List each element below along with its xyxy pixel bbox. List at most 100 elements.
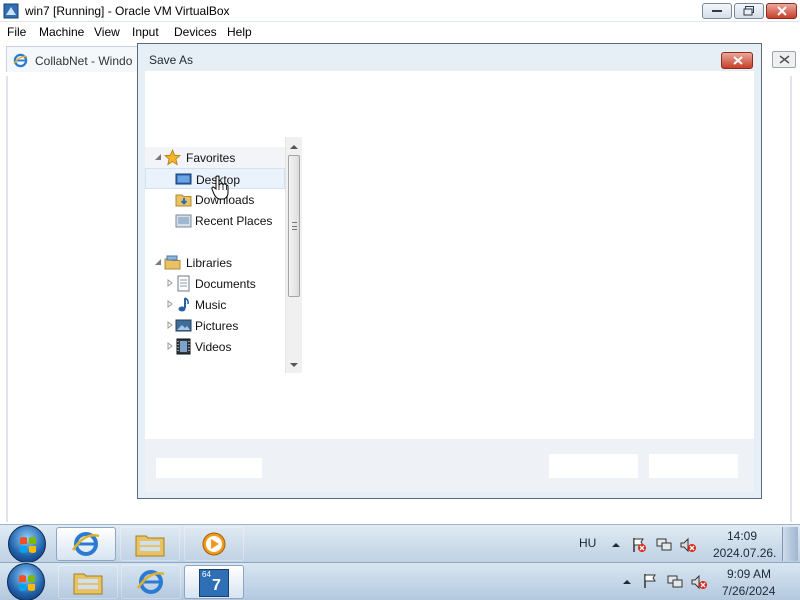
scroll-thumb-grip (292, 222, 297, 230)
maximize-button[interactable] (734, 3, 764, 19)
ie-icon (13, 53, 28, 68)
guest-language-indicator[interactable]: HU (579, 536, 596, 550)
pictures-icon (175, 319, 192, 332)
show-hidden-icons-icon[interactable] (608, 537, 624, 553)
dialog-title: Save As (149, 53, 194, 67)
close-icon (776, 6, 787, 16)
action-center-flag-icon[interactable] (642, 573, 658, 589)
nav-documents-label: Documents (195, 277, 256, 291)
recent-places-icon (175, 214, 192, 228)
expand-arrow-icon (167, 342, 173, 350)
virtualbox-badge-64: 64 (202, 570, 211, 579)
hide-folders-button[interactable] (156, 458, 262, 478)
nav-documents[interactable]: Documents (145, 273, 285, 294)
folder-icon (135, 535, 165, 557)
navigation-pane: Favorites Desktop Downloads Recent Place… (145, 137, 303, 373)
nav-libraries[interactable]: Libraries (145, 252, 285, 273)
ie-icon (71, 532, 100, 556)
menu-input[interactable]: Input (132, 25, 159, 39)
scroll-thumb[interactable] (288, 155, 300, 297)
close-icon (779, 55, 790, 64)
nav-recent-places[interactable]: Recent Places (145, 210, 285, 231)
windows-logo-icon (20, 537, 36, 553)
media-player-icon (202, 532, 226, 556)
expand-arrow-icon (167, 300, 173, 308)
browser-tab[interactable]: CollabNet - Windo (6, 46, 140, 72)
hand-cursor-icon (211, 175, 229, 200)
star-icon (164, 149, 181, 166)
guest-taskbar-media-player-button[interactable] (184, 527, 244, 561)
network-icon[interactable] (667, 574, 683, 590)
folder-icon (73, 573, 103, 595)
menu-devices[interactable]: Devices (174, 25, 217, 39)
browser-tab-label: CollabNet - Windo (35, 54, 133, 68)
documents-icon (177, 275, 190, 292)
menu-machine[interactable]: Machine (39, 25, 84, 39)
host-menu-bar: File Machine View Input Devices Help (0, 22, 800, 42)
nav-favorites[interactable]: Favorites (145, 147, 285, 168)
host-taskbar-explorer-button[interactable] (58, 565, 118, 599)
guest-clock-time[interactable]: 14:09 (727, 529, 757, 543)
guest-taskbar-ie-button[interactable] (56, 527, 116, 561)
browser-frame-left (6, 76, 8, 522)
guest-show-desktop-button[interactable] (782, 527, 798, 561)
close-icon (733, 56, 743, 65)
nav-videos-label: Videos (195, 340, 232, 354)
downloads-folder-icon (175, 194, 192, 207)
network-icon[interactable] (656, 537, 672, 553)
libraries-icon (164, 255, 181, 270)
save-button[interactable] (549, 454, 638, 478)
host-taskbar: 64 7 9:09 AM 7/26/2024 (0, 562, 800, 600)
browser-close-button[interactable] (772, 51, 796, 68)
host-taskbar-virtualbox-button[interactable]: 64 7 (184, 565, 244, 599)
nav-scrollbar[interactable] (285, 137, 302, 373)
virtualbox-badge-7: 7 (212, 577, 221, 594)
minimize-button[interactable] (702, 3, 732, 19)
nav-music[interactable]: Music (145, 294, 285, 315)
nav-favorites-label: Favorites (186, 151, 236, 165)
nav-pictures[interactable]: Pictures (145, 315, 285, 336)
desktop-icon (175, 173, 192, 185)
nav-videos[interactable]: Videos (145, 336, 285, 357)
scroll-up-arrow-icon[interactable] (286, 139, 302, 155)
windows-logo-icon (19, 575, 35, 591)
nav-music-label: Music (195, 298, 227, 312)
scroll-down-arrow-icon[interactable] (286, 357, 302, 373)
menu-file[interactable]: File (7, 25, 26, 39)
show-hidden-icons-icon[interactable] (619, 574, 635, 590)
host-start-button[interactable] (7, 563, 45, 600)
nav-pictures-label: Pictures (195, 319, 239, 333)
ie-icon (136, 570, 165, 594)
nav-libraries-label: Libraries (186, 256, 233, 270)
volume-muted-icon[interactable] (691, 574, 707, 590)
music-note-icon (178, 297, 189, 312)
host-taskbar-ie-button[interactable] (121, 565, 181, 599)
minimize-icon (712, 10, 722, 12)
guest-clock-date[interactable]: 2024.07.26. (713, 546, 776, 560)
expand-arrow-icon (167, 321, 173, 329)
dialog-footer (145, 439, 754, 492)
collapse-arrow-icon (155, 154, 161, 160)
maximize-icon (743, 6, 754, 16)
menu-view[interactable]: View (94, 25, 120, 39)
cancel-button[interactable] (649, 454, 738, 478)
collapse-arrow-icon (155, 259, 161, 265)
guest-start-button[interactable] (8, 525, 46, 563)
virtualbox-app-icon: 64 7 (199, 569, 229, 597)
menu-help[interactable]: Help (227, 25, 252, 39)
videos-film-icon (176, 338, 191, 355)
host-title-bar[interactable]: win7 [Running] - Oracle VM VirtualBox (0, 0, 800, 22)
guest-taskbar: HU 14:09 2024.07.26. (0, 524, 800, 563)
volume-muted-icon[interactable] (680, 537, 696, 553)
guest-taskbar-explorer-button[interactable] (120, 527, 180, 561)
host-clock-time[interactable]: 9:09 AM (727, 567, 771, 581)
nav-recent-places-label: Recent Places (195, 214, 273, 228)
window-title: win7 [Running] - Oracle VM VirtualBox (25, 4, 230, 18)
close-button[interactable] (766, 3, 797, 19)
browser-frame-right (790, 76, 792, 522)
dialog-close-button[interactable] (721, 52, 753, 69)
expand-arrow-icon (167, 279, 173, 287)
virtualbox-icon (3, 3, 19, 19)
host-clock-date[interactable]: 7/26/2024 (722, 584, 775, 598)
action-center-icon[interactable] (631, 537, 647, 553)
